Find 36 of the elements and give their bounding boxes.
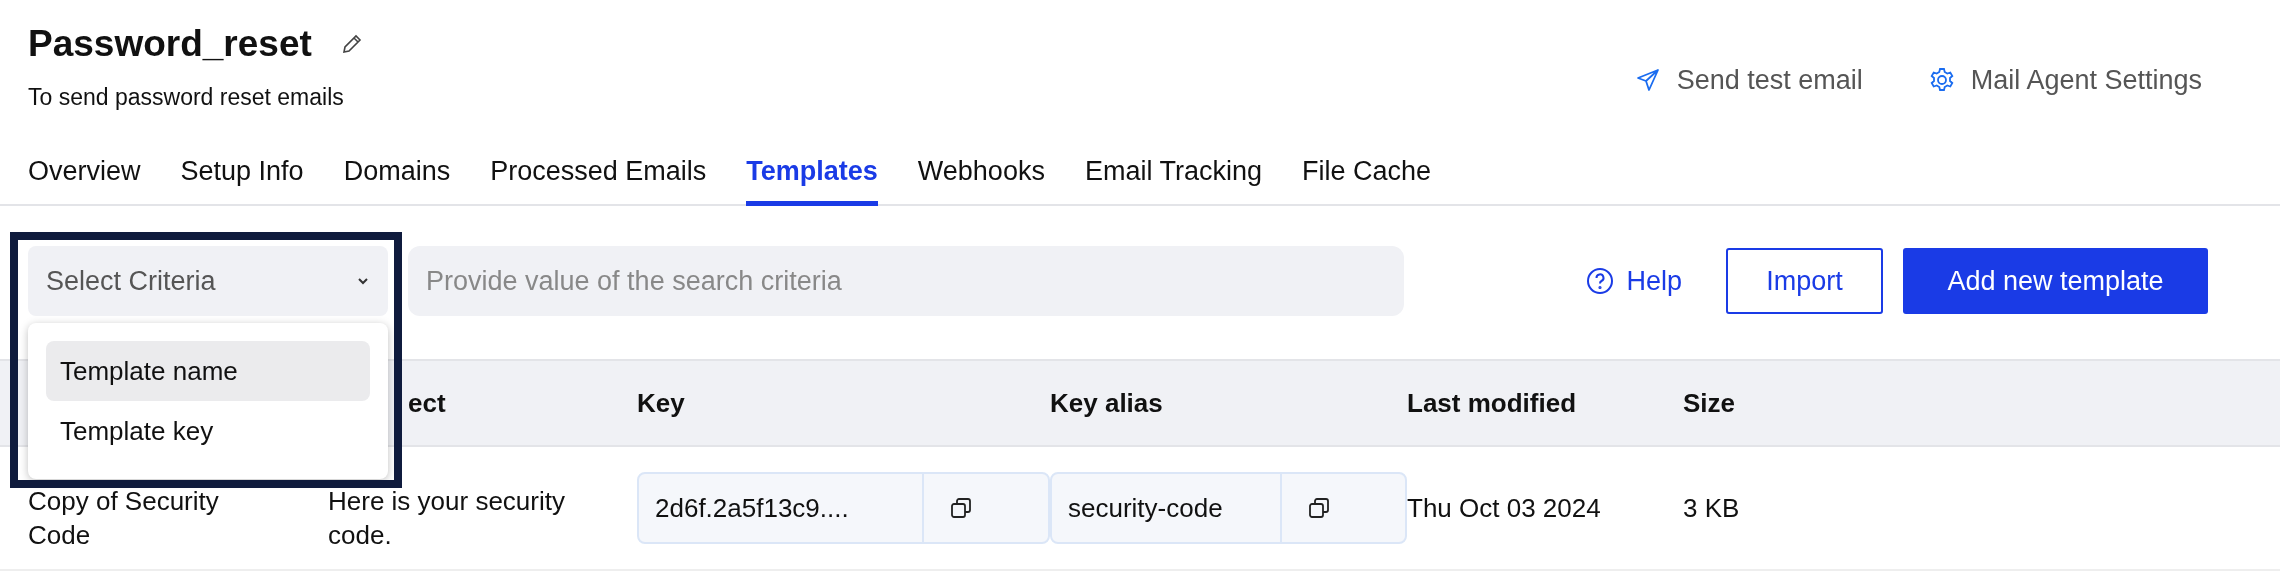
column-header: Key alias [1050, 387, 1163, 418]
criteria-select[interactable]: Select Criteria [28, 246, 388, 316]
tab[interactable]: Webhooks [917, 150, 1045, 206]
copy-icon [1308, 497, 1330, 519]
help-link[interactable]: Help [1586, 260, 1682, 302]
column-header: ect [408, 387, 446, 418]
settings-icon [1928, 67, 1955, 94]
menu-item[interactable]: Template key [46, 401, 370, 461]
column-header: Last modified [1407, 387, 1576, 418]
paper-plane-icon [1634, 67, 1661, 94]
table-cell: Thu Oct 03 2024 [1407, 492, 1601, 523]
column-header: Key [637, 387, 685, 418]
tab[interactable]: Domains [343, 150, 451, 206]
tab[interactable]: Templates [746, 150, 878, 206]
settings-link[interactable]: Mail Agent Settings [1928, 46, 2202, 115]
table-cell-text: Copy of Security Code [28, 485, 220, 552]
send-test-email-link[interactable]: Send test email [1634, 46, 1863, 115]
help-icon [1586, 267, 1615, 295]
tab[interactable]: Overview [28, 150, 141, 206]
tab[interactable]: Email Tracking [1084, 150, 1262, 206]
copy-icon [950, 497, 972, 519]
page-title: Password_reset [28, 22, 312, 66]
import-button[interactable]: Import [1726, 248, 1883, 314]
page-description: To send password reset emails [28, 83, 345, 112]
copy-field[interactable]: security-code [1050, 472, 1407, 544]
column-header: Size [1683, 387, 1736, 418]
table-cell-text: Here is your security code. [328, 485, 566, 552]
menu-item[interactable]: Template name [46, 341, 370, 401]
chevron-down-icon [356, 276, 370, 286]
table-cell: 3 KB [1683, 492, 1740, 523]
add-template-button[interactable]: Add new template [1903, 248, 2208, 314]
tab[interactable]: File Cache [1301, 150, 1432, 206]
tab[interactable]: Setup Info [180, 150, 304, 206]
search-field[interactable]: Provide value of the search criteria [408, 246, 1404, 316]
tab[interactable]: Processed Emails [490, 150, 707, 206]
copy-field[interactable]: 2d6f.2a5f13c9.... [637, 472, 1050, 544]
